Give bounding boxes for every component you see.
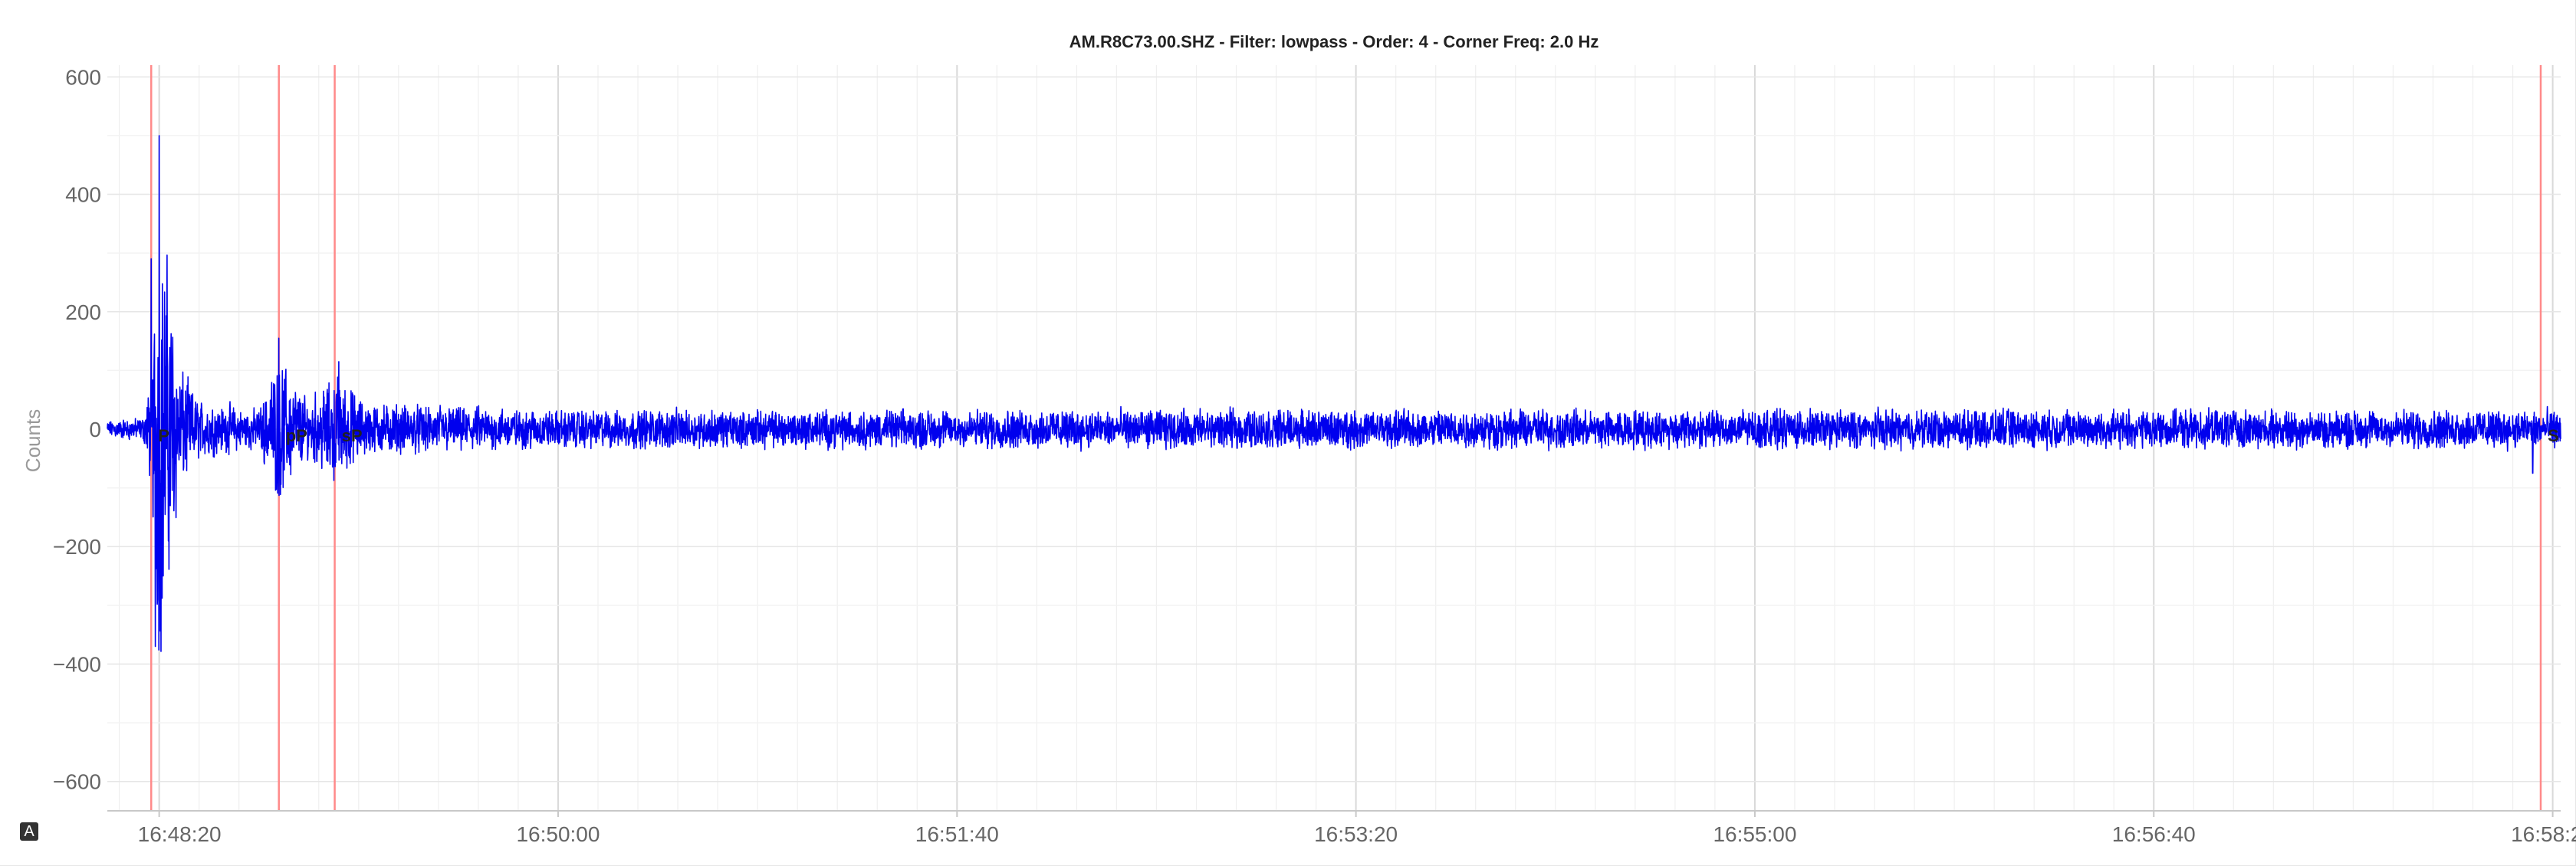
waveform-trace — [107, 135, 2561, 652]
phase-label-S: S — [2548, 426, 2559, 445]
y-tick-label: 200 — [65, 300, 101, 324]
y-tick-label: −400 — [53, 652, 101, 676]
y-tick-label: 400 — [65, 183, 101, 207]
x-tick-label: 16:48:20 — [138, 822, 222, 846]
x-tick-label: 16:51:40 — [915, 822, 999, 846]
y-tick-label: −600 — [53, 770, 101, 794]
x-tick-label: 16:56:40 — [2112, 822, 2196, 846]
x-tick-label: 16:53:20 — [1314, 822, 1398, 846]
x-axis-ticks: 16:48:20 16:50:00 16:51:40 16:53:20 16:55:00… — [138, 811, 2576, 846]
x-tick-label: 16:50:00 — [516, 822, 600, 846]
x-tick-label: 16:58:20 — [2511, 822, 2576, 846]
phase-label-P: P — [158, 426, 169, 445]
x-tick-label: 16:55:00 — [1713, 822, 1796, 846]
y-tick-label: 600 — [65, 65, 101, 89]
phase-label-sP: sP — [342, 426, 363, 445]
y-tick-label: 0 — [89, 418, 101, 441]
y-axis-label: Counts — [21, 409, 44, 472]
seismogram-chart: AM.R8C73.00.SHZ - Filter: lowpass - Orde… — [21, 32, 2576, 846]
y-tick-label: −200 — [53, 535, 101, 559]
y-axis-ticks: 600 400 200 0 −200 −400 −600 — [53, 65, 101, 793]
font-badge-icon[interactable]: A — [20, 822, 38, 841]
chart-frame: AM.R8C73.00.SHZ - Filter: lowpass - Orde… — [0, 0, 2576, 866]
phase-label-pP: pP — [286, 426, 307, 445]
chart-title: AM.R8C73.00.SHZ - Filter: lowpass - Orde… — [1070, 32, 1599, 51]
